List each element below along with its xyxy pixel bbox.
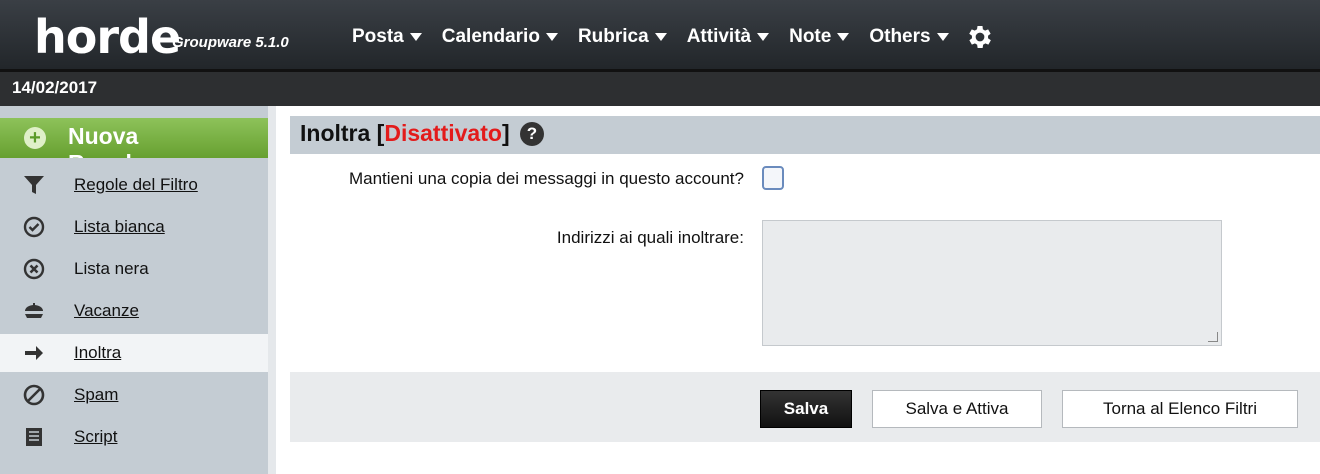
forward-addresses-textarea[interactable] — [762, 220, 1222, 346]
main-menu: Posta Calendario Rubrica Attività Note O… — [352, 22, 995, 52]
gear-icon[interactable] — [965, 22, 995, 52]
menu-label: Posta — [352, 26, 404, 47]
menu-note[interactable]: Note — [789, 26, 850, 48]
menu-label: Attività — [686, 26, 752, 47]
resize-handle-icon[interactable] — [1208, 332, 1218, 342]
sidebar: + Nuova Regola Regole del Filtro Lista b… — [0, 106, 276, 474]
menu-label: Calendario — [441, 26, 540, 47]
date-bar: 14/02/2017 — [0, 72, 1320, 106]
top-bar: horde Groupware 5.1.0 Posta Calendario R… — [0, 0, 1320, 72]
sidebar-item-spam[interactable]: Spam — [0, 376, 268, 414]
caret-down-icon — [757, 32, 770, 41]
prohibited-icon — [22, 383, 46, 407]
keep-copy-label: Mantieni una copia dei messaggi in quest… — [348, 169, 744, 188]
title-text: Inoltra [ — [300, 120, 385, 146]
save-activate-button[interactable]: Salva e Attiva — [872, 390, 1042, 428]
caret-down-icon — [409, 32, 422, 41]
sidebar-item-label: Inoltra — [74, 343, 122, 362]
sidebar-item-label: Lista nera — [74, 259, 149, 278]
new-rule-button[interactable]: + Nuova Regola — [0, 118, 268, 158]
x-circle-icon — [22, 257, 46, 281]
menu-label: Rubrica — [577, 26, 649, 47]
menu-label: Others — [869, 26, 931, 47]
sidebar-item-forward[interactable]: Inoltra — [0, 334, 268, 372]
menu-attivita[interactable]: Attività — [686, 26, 770, 48]
menu-rubrica[interactable]: Rubrica — [578, 26, 667, 48]
new-rule-label-line2: Regola — [68, 150, 145, 158]
sidebar-item-filter-rules[interactable]: Regole del Filtro — [0, 166, 268, 204]
title-end: ] — [501, 120, 510, 146]
sidebar-item-label: Script — [74, 427, 118, 446]
keep-copy-checkbox[interactable] — [762, 166, 784, 190]
menu-others[interactable]: Others — [869, 26, 949, 48]
vacation-icon — [22, 299, 46, 323]
status-badge: Disattivato — [384, 120, 502, 146]
new-rule-label: Nuova — [68, 123, 139, 149]
caret-down-icon — [545, 32, 558, 41]
current-date: 14/02/2017 — [12, 78, 98, 97]
check-circle-icon — [22, 215, 46, 239]
script-icon — [22, 425, 46, 449]
sidebar-item-whitelist[interactable]: Lista bianca — [0, 208, 268, 246]
button-bar: Salva Salva e Attiva Torna al Elenco Fil… — [290, 372, 1320, 442]
menu-calendario[interactable]: Calendario — [442, 26, 558, 48]
sidebar-item-label: Lista bianca — [74, 217, 165, 236]
menu-posta[interactable]: Posta — [352, 26, 422, 48]
plus-icon: + — [24, 127, 46, 149]
sidebar-item-vacation[interactable]: Vacanze — [0, 292, 268, 330]
filter-icon — [22, 173, 46, 197]
help-icon[interactable]: ? — [520, 122, 544, 146]
caret-down-icon — [936, 32, 949, 41]
main-content: Inoltra [Disattivato] ? Mantieni una cop… — [290, 116, 1320, 474]
sidebar-item-script[interactable]: Script — [0, 418, 268, 456]
version-label: Groupware 5.1.0 — [172, 34, 289, 51]
back-to-filters-button[interactable]: Torna al Elenco Filtri — [1062, 390, 1298, 428]
arrow-right-icon — [22, 341, 46, 365]
caret-down-icon — [654, 32, 667, 41]
menu-label: Note — [789, 26, 832, 47]
save-button[interactable]: Salva — [760, 390, 852, 428]
horde-logo[interactable]: horde — [34, 12, 181, 62]
forward-addresses-label: Indirizzi ai quali inoltrare: — [556, 228, 744, 247]
sidebar-item-blacklist[interactable]: Lista nera — [0, 250, 268, 288]
sidebar-item-label: Vacanze — [74, 301, 139, 320]
page-title: Inoltra [Disattivato] ? — [290, 116, 1320, 154]
sidebar-item-label: Regole del Filtro — [74, 175, 198, 194]
caret-down-icon — [837, 32, 850, 41]
sidebar-item-label: Spam — [74, 385, 119, 404]
